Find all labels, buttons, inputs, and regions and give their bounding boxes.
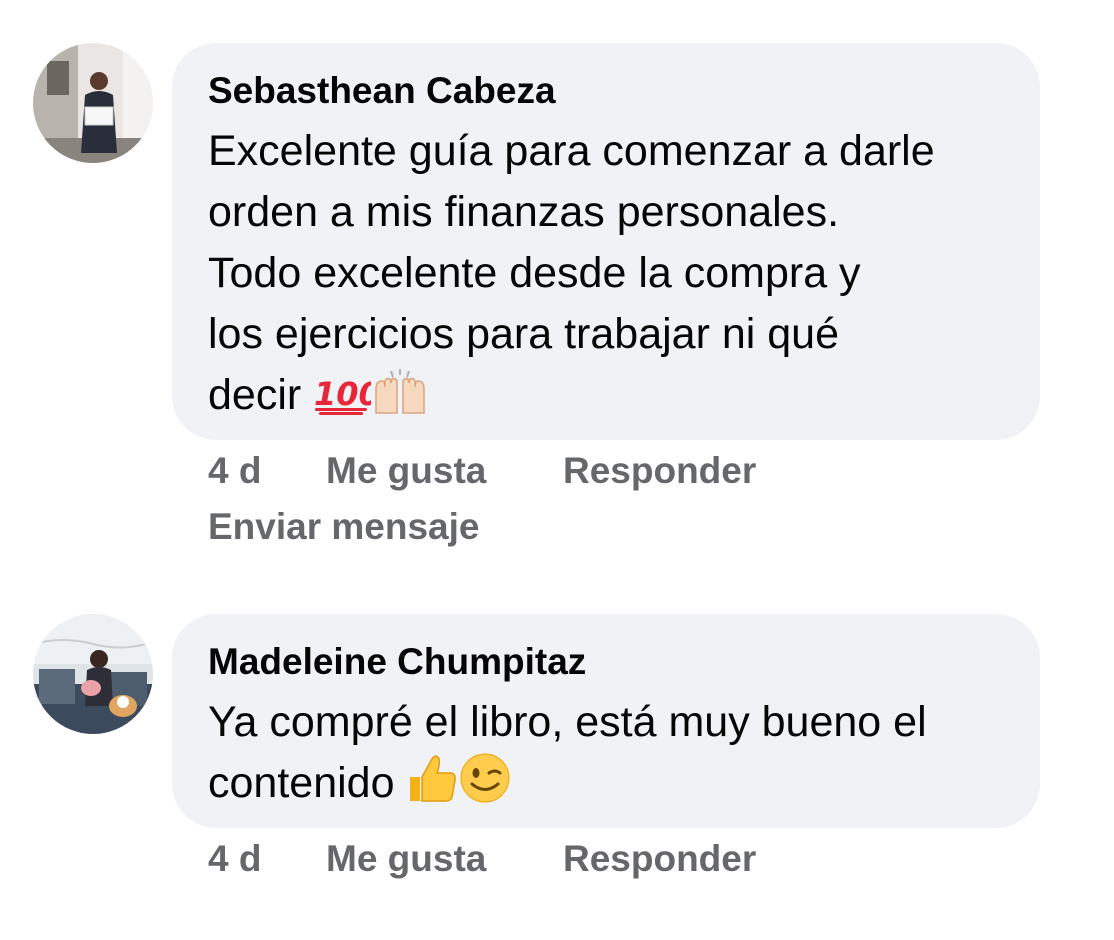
- hundred-points-emoji: 100: [313, 371, 381, 432]
- reply-button[interactable]: Responder: [563, 837, 756, 881]
- comment-bubble: Sebasthean Cabeza Excelente guía para co…: [172, 43, 1040, 440]
- user-photo-icon: [33, 43, 153, 163]
- send-message-button[interactable]: Enviar mensaje: [208, 505, 479, 549]
- thumbs-up-emoji: [406, 753, 458, 820]
- comment-timestamp[interactable]: 4 d: [208, 449, 261, 493]
- reply-button[interactable]: Responder: [563, 449, 756, 493]
- comment-author[interactable]: Sebasthean Cabeza: [208, 69, 1004, 113]
- like-button[interactable]: Me gusta: [326, 449, 486, 493]
- comment-text-content: Ya compré el libro, está muy bueno el co…: [208, 698, 927, 807]
- svg-text:100: 100: [314, 375, 371, 413]
- comment-author[interactable]: Madeleine Chumpitaz: [208, 640, 1004, 684]
- winking-face-emoji: [458, 753, 512, 820]
- comment-text: Ya compré el libro, está muy bueno el co…: [208, 692, 1004, 820]
- like-button[interactable]: Me gusta: [326, 837, 486, 881]
- comment-bubble: Madeleine Chumpitaz Ya compré el libro, …: [172, 614, 1040, 828]
- comment-text: Excelente guía para comenzar a darle ord…: [208, 121, 1004, 432]
- user-photo-icon: [33, 614, 153, 734]
- raising-hands-emoji: [371, 367, 429, 432]
- comment-timestamp[interactable]: 4 d: [208, 837, 261, 881]
- avatar[interactable]: [33, 43, 153, 163]
- avatar[interactable]: [33, 614, 153, 734]
